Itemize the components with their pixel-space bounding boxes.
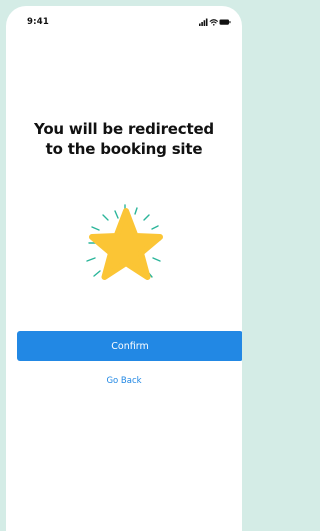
- star-icon: [89, 208, 163, 280]
- title-line-1: You will be redirected: [34, 120, 214, 138]
- battery-icon: [219, 19, 231, 25]
- status-icons: [199, 18, 231, 26]
- confirm-button[interactable]: Confirm: [17, 331, 242, 361]
- phone-screen: 9:41 You will be redirected to the booki…: [6, 6, 242, 531]
- status-bar: 9:41: [6, 6, 242, 36]
- cellular-signal-icon: [199, 18, 208, 26]
- page-title: You will be redirected to the booking si…: [6, 119, 242, 159]
- star-illustration: [86, 204, 163, 280]
- status-time: 9:41: [27, 17, 49, 27]
- wifi-icon: [209, 19, 218, 26]
- title-line-2: to the booking site: [45, 140, 203, 158]
- go-back-link[interactable]: Go Back: [6, 376, 242, 386]
